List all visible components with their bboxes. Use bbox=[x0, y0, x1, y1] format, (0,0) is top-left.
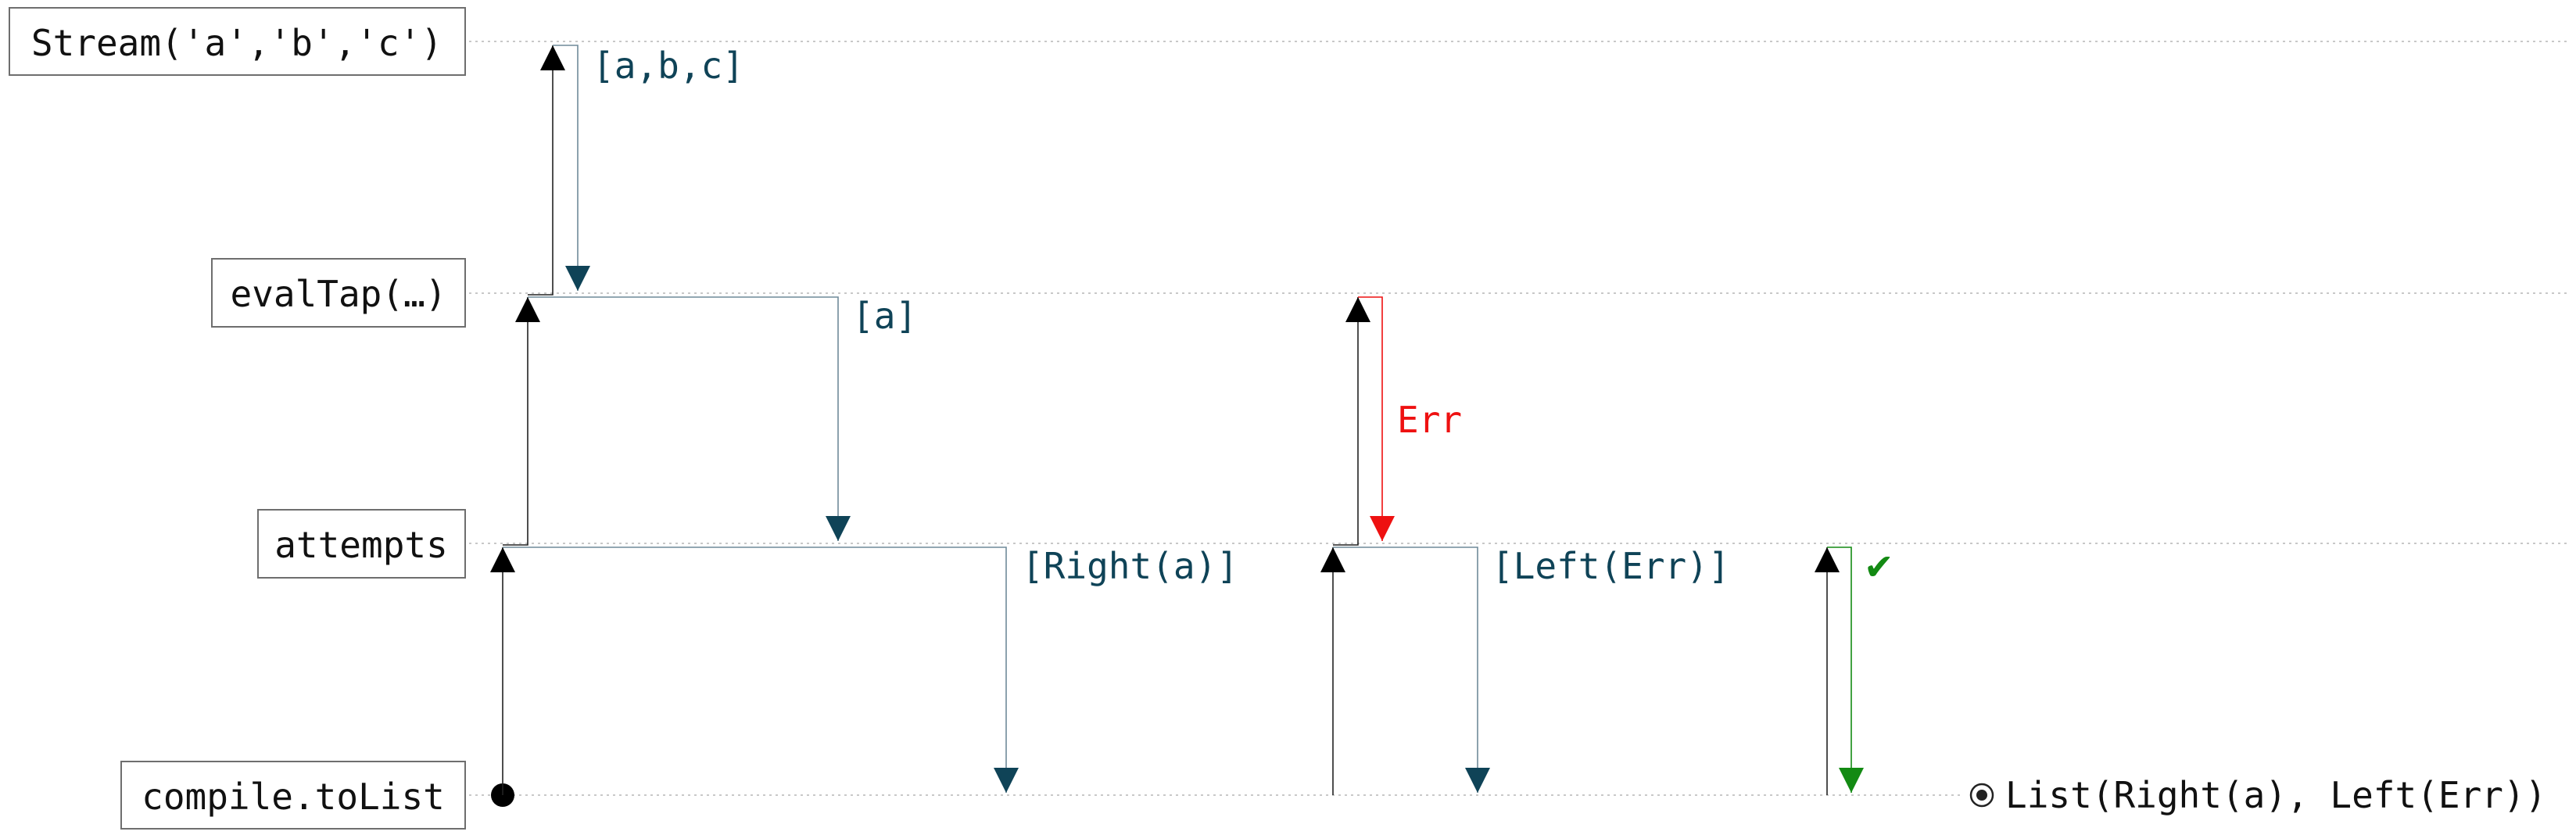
emit-arrow-stream-evaltap bbox=[553, 45, 590, 291]
lane-label-tolist: compile.toList bbox=[142, 776, 445, 818]
emit-arrow-attempts-tolist-left bbox=[1333, 547, 1490, 793]
emit-arrow-attempts-tolist-right bbox=[503, 547, 1019, 793]
lane-evaltap: evalTap(…) bbox=[211, 258, 466, 328]
request-arrow-attempts-evaltap-1 bbox=[503, 297, 540, 546]
request-arrow-attempts-evaltap-2 bbox=[1333, 297, 1370, 546]
lane-label-attempts: attempts bbox=[274, 524, 448, 566]
message-label-abc: [a,b,c] bbox=[593, 45, 744, 87]
stream-sequence-diagram: Stream('a','b','c') evalTap(…) attempts … bbox=[9, 7, 2568, 830]
emit-arrow-evaltap-attempts bbox=[528, 296, 851, 541]
lane-label-stream: Stream('a','b','c') bbox=[31, 22, 442, 64]
result-label: List(Right(a), Left(Err)) bbox=[2005, 774, 2546, 816]
check-icon: ✔ bbox=[1864, 546, 1894, 588]
result: List(Right(a), Left(Err)) bbox=[1969, 774, 2546, 816]
lane-label-evaltap: evalTap(…) bbox=[231, 273, 447, 315]
message-label-left-err: [Left(Err)] bbox=[1492, 545, 1730, 587]
message-label-a: [a] bbox=[852, 295, 917, 337]
error-arrow-evaltap-attempts bbox=[1358, 296, 1395, 541]
lane-stream: Stream('a','b','c') bbox=[9, 7, 466, 76]
done-arrow-attempts-tolist bbox=[1827, 547, 1864, 793]
message-label-right-a: [Right(a)] bbox=[1022, 545, 1238, 587]
lane-tolist: compile.toList bbox=[120, 761, 466, 830]
message-label-err: Err bbox=[1397, 399, 1462, 441]
request-arrow-evaltap-stream bbox=[528, 45, 565, 296]
lane-attempts: attempts bbox=[257, 509, 466, 579]
